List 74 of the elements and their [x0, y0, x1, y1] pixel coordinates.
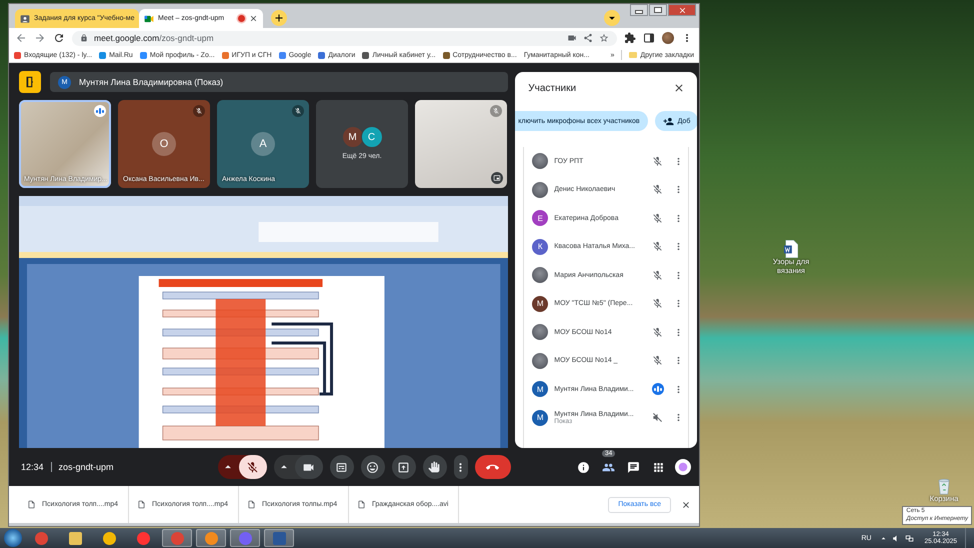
activities-icon[interactable] — [675, 459, 691, 475]
file-icon — [137, 500, 146, 509]
lock-icon — [80, 34, 88, 42]
present-button[interactable] — [392, 455, 416, 479]
folder-icon — [629, 52, 638, 58]
avatar-circle: К — [532, 238, 548, 255]
avatar-circle: А — [251, 132, 275, 156]
puzzle-icon[interactable] — [624, 32, 636, 44]
profile-avatar[interactable] — [662, 32, 674, 44]
photo-placeholder — [532, 324, 548, 340]
person-board-icon — [20, 14, 30, 24]
hand-icon — [428, 460, 442, 474]
file-icon — [247, 500, 256, 509]
photo-placeholder — [532, 153, 548, 170]
address-bar[interactable]: meet.google.com/zos-gndt-upm — [72, 30, 617, 46]
participant-tile[interactable] — [415, 100, 507, 188]
tab-search-button[interactable] — [604, 10, 620, 26]
mic-off-icon — [246, 460, 260, 474]
avatar-circle: М — [532, 410, 548, 426]
chat-icon — [626, 460, 640, 474]
reactions-button[interactable] — [360, 455, 385, 479]
plus-icon — [273, 12, 285, 24]
panel-title: Участники — [528, 82, 576, 94]
end-button[interactable] — [474, 455, 511, 479]
photo-placeholder — [532, 182, 548, 198]
recording-dot-icon — [238, 15, 245, 22]
hand-button[interactable] — [422, 455, 447, 479]
minimize-button[interactable] — [630, 4, 648, 16]
new-tab-button[interactable] — [271, 10, 287, 26]
forward-arrow-icon[interactable] — [34, 32, 46, 44]
close-icon — [678, 6, 686, 14]
star-icon[interactable] — [599, 33, 609, 43]
more-button[interactable] — [454, 455, 468, 479]
avatar-circle: М — [342, 126, 364, 148]
sidebar-icon[interactable] — [643, 32, 655, 44]
file-icon — [27, 500, 36, 509]
present-icon — [397, 460, 410, 474]
start-button[interactable] — [4, 529, 22, 547]
captions-icon — [335, 460, 348, 474]
avatar-circle: О — [152, 132, 176, 156]
avatar-circle: М — [532, 381, 548, 398]
maximize-button[interactable] — [649, 4, 667, 16]
close-icon[interactable] — [249, 14, 258, 23]
smiley-icon — [366, 460, 380, 474]
camera-button[interactable] — [294, 455, 323, 479]
meeting-code: zos-gndt-upm — [58, 462, 114, 472]
camera-icon[interactable] — [567, 33, 577, 43]
info-icon — [576, 460, 590, 474]
microphone-button[interactable] — [238, 455, 267, 479]
picture-in-picture-icon[interactable] — [491, 172, 503, 184]
photo-placeholder — [532, 352, 548, 369]
captions-button[interactable] — [330, 455, 354, 479]
network-icon[interactable] — [905, 534, 914, 542]
document-file-icon[interactable] — [784, 240, 798, 258]
avatar-circle: Е — [532, 210, 548, 226]
info-button[interactable] — [575, 459, 591, 475]
avatar-circle: М — [532, 296, 548, 312]
back-arrow-icon[interactable] — [15, 32, 27, 44]
presenter-name: Мунтян Лина Владимировна (Показ) — [79, 77, 224, 87]
file-icon — [357, 500, 366, 509]
close-icon[interactable] — [681, 500, 691, 510]
video-camera-icon — [144, 14, 154, 24]
url-text: meet.google.com/zos-gndt-upm — [94, 33, 214, 43]
photo-placeholder — [532, 267, 548, 284]
people-icon — [602, 460, 614, 474]
share-icon[interactable] — [583, 33, 593, 43]
close-icon[interactable] — [673, 82, 685, 94]
apps-grid-icon — [652, 460, 664, 474]
chat-button[interactable] — [625, 459, 641, 475]
meeting-time: 12:34 — [21, 462, 44, 472]
reload-icon[interactable] — [53, 32, 65, 44]
avatar-circle: С — [360, 126, 382, 148]
door-button[interactable] — [19, 71, 41, 93]
person-add-icon — [662, 116, 674, 126]
